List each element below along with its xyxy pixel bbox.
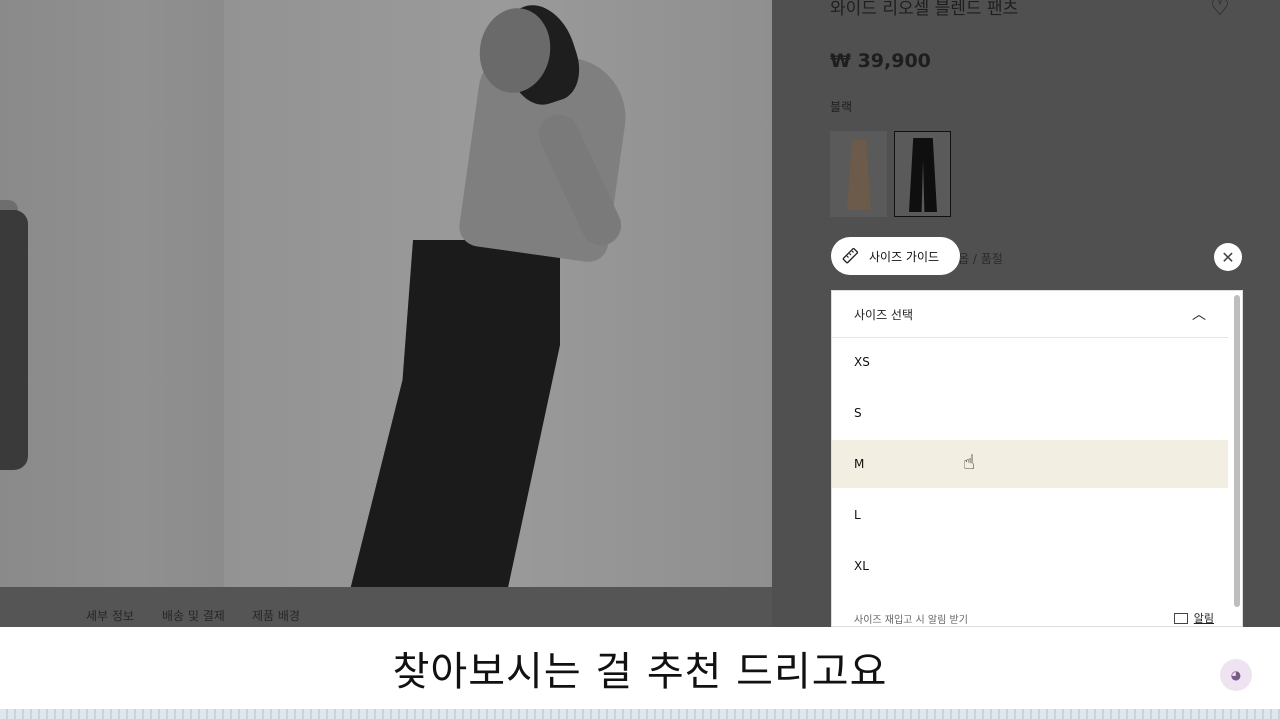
- size-guide-button[interactable]: 사이즈 가이드: [831, 237, 960, 275]
- product-title: 와이드 리오셀 블렌드 팬츠: [830, 0, 1019, 19]
- product-image-left: [0, 0, 224, 587]
- size-dropdown-label: 사이즈 선택: [854, 307, 914, 322]
- size-option-xs[interactable]: XS: [832, 338, 1228, 386]
- bottom-strip: [0, 709, 1280, 719]
- mail-icon: [1173, 612, 1188, 624]
- heart-icon[interactable]: ♡: [1210, 0, 1232, 21]
- size-guide-label: 사이즈 가이드: [869, 249, 940, 264]
- restock-notify-text: 사이즈 재입고 시 알림 받기: [854, 614, 968, 626]
- swatch-image: [847, 140, 871, 210]
- color-swatch-beige[interactable]: [830, 131, 887, 217]
- tab-shipping-payment[interactable]: 배송 및 결제: [162, 607, 225, 624]
- page-root: 세부 정보 배송 및 결제 제품 배경 와이드 리오셀 블렌드 팬츠 ♡ ₩ 3…: [0, 0, 1280, 719]
- notify-label: 알림: [1193, 612, 1214, 625]
- detail-tabs: 세부 정보 배송 및 결제 제품 배경: [0, 587, 830, 627]
- hand-cursor-icon: ☝: [963, 450, 976, 474]
- size-dropdown-header[interactable]: 사이즈 선택 ︿: [832, 291, 1228, 338]
- subtitle-bar: 찾아보시는 걸 추천 드리고요: [0, 627, 1280, 709]
- ruler-icon: [842, 247, 859, 264]
- color-swatch-black[interactable]: [894, 131, 951, 217]
- tab-product-background[interactable]: 제품 배경: [252, 607, 300, 624]
- model-partial-pants: [0, 210, 28, 470]
- chevron-up-icon[interactable]: ︿: [1192, 304, 1206, 324]
- swatch-image: [909, 138, 937, 212]
- dropdown-scrollbar[interactable]: [1234, 295, 1240, 607]
- notify-button[interactable]: 알림: [1173, 610, 1214, 626]
- size-status-text: 옵 / 품절: [958, 252, 1003, 266]
- size-option-s[interactable]: S: [832, 389, 1228, 437]
- size-option-l[interactable]: L: [832, 491, 1228, 539]
- close-icon[interactable]: ✕: [1214, 243, 1242, 271]
- color-label: 블랙: [830, 100, 853, 114]
- size-option-xl[interactable]: XL: [832, 542, 1228, 590]
- size-dropdown[interactable]: 사이즈 선택 ︿ XS S M L XL 사이즈 재입고 시 알림 받기 알림: [831, 290, 1243, 627]
- tab-details[interactable]: 세부 정보: [86, 607, 134, 624]
- size-option-m[interactable]: M: [832, 440, 1228, 488]
- product-image-gallery[interactable]: [0, 0, 772, 587]
- restock-notify-row: 사이즈 재입고 시 알림 받기 알림: [832, 603, 1228, 626]
- subtitle-text: 찾아보시는 걸 추천 드리고요: [392, 649, 888, 695]
- channel-badge-icon: ◕: [1220, 659, 1252, 691]
- product-price: ₩ 39,900: [830, 50, 931, 72]
